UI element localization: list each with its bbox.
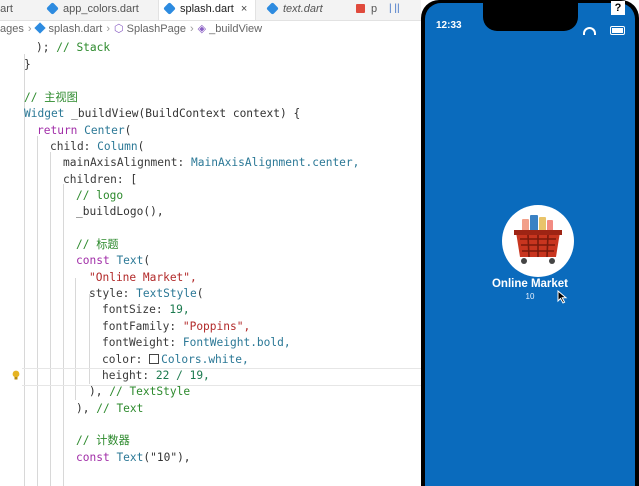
mouse-pointer-icon	[557, 290, 568, 304]
debug-toolbar[interactable]: | ||	[389, 0, 400, 20]
indent-guide	[50, 152, 51, 486]
code-editor[interactable]: ); // Stack } // 主视图 Widget _buildView(B…	[0, 38, 421, 486]
breadcrumb-method[interactable]: _buildView	[209, 23, 262, 35]
code-line: const Text(	[76, 254, 151, 267]
dart-file-icon	[266, 2, 279, 15]
tab-pdf[interactable]: p	[350, 0, 377, 20]
status-time: 12:33	[436, 20, 462, 31]
code-line: const Text("10"),	[76, 451, 191, 464]
tab-label: text.dart	[283, 3, 323, 15]
chevron-right-icon: ›	[189, 23, 194, 35]
code-line: fontSize: 19,	[102, 303, 190, 316]
code-line: children: [	[63, 173, 138, 186]
iphone-simulator: 12:33 Online Market 10	[421, 0, 639, 486]
code-line: // logo	[76, 189, 124, 202]
simulator-screen[interactable]: 12:33 Online Market 10	[425, 3, 635, 486]
code-line: // 标题	[76, 238, 119, 251]
cube-icon: ◈	[197, 23, 207, 35]
tab-label: app_colors.dart	[63, 3, 139, 15]
tab-app-colors[interactable]: app_colors.dart	[42, 0, 139, 20]
code-line: // 主视图	[24, 91, 78, 104]
close-icon[interactable]: ×	[241, 3, 247, 15]
code-line: return Center(	[37, 124, 132, 137]
breadcrumb-file[interactable]: splash.dart	[49, 23, 103, 35]
code-line: height: 22 / 19,	[102, 369, 210, 382]
pdf-file-icon	[356, 4, 365, 13]
code-line: ); // Stack	[36, 41, 111, 54]
code-line: ), // TextStyle	[89, 385, 191, 398]
code-line: fontFamily: "Poppins",	[102, 320, 251, 333]
dart-file-icon	[163, 2, 176, 15]
tab-label: splash.dart	[180, 3, 234, 15]
dart-file-icon	[46, 2, 59, 15]
wifi-icon	[583, 26, 597, 35]
indent-guide	[63, 184, 64, 486]
tab-dart[interactable]: dart	[0, 0, 13, 20]
code-line: child: Column(	[50, 140, 145, 153]
class-icon: ⬡	[114, 23, 124, 35]
breadcrumb-class[interactable]: SplashPage	[127, 23, 186, 35]
chevron-right-icon: ›	[27, 23, 32, 35]
tab-text[interactable]: text.dart	[262, 0, 323, 20]
code-line: "Online Market",	[89, 271, 197, 284]
code-line: fontWeight: FontWeight.bold,	[102, 336, 291, 349]
help-button[interactable]: ?	[611, 1, 625, 15]
editor-tab-bar: dart app_colors.dart splash.dart × text.d…	[0, 0, 421, 21]
code-line: style: TextStyle(	[89, 287, 204, 300]
app-logo	[502, 205, 574, 277]
lightbulb-icon[interactable]	[12, 370, 20, 380]
counter-text: 10	[525, 292, 535, 301]
tab-label: dart	[0, 3, 13, 15]
code-line: color: Colors.white,	[102, 353, 249, 366]
breadcrumb-folder[interactable]: ages	[0, 23, 24, 35]
shopping-basket-icon	[514, 215, 562, 264]
code-line: // 计数器	[76, 434, 130, 447]
code-line: _buildLogo(),	[76, 205, 164, 218]
color-swatch-icon	[149, 354, 160, 364]
indent-guide	[37, 136, 38, 486]
code-line: mainAxisAlignment: MainAxisAlignment.cen…	[63, 156, 360, 169]
code-line: Widget _buildView(BuildContext context) …	[24, 107, 301, 120]
battery-icon	[610, 26, 625, 35]
code-line: }	[24, 58, 31, 71]
code-line: ), // Text	[76, 402, 144, 415]
status-icons	[583, 20, 625, 35]
phone-notch	[483, 3, 578, 31]
dart-file-icon	[33, 22, 46, 34]
chevron-right-icon: ›	[106, 23, 111, 35]
app-title: Online Market	[491, 278, 569, 290]
tab-label: p	[371, 3, 378, 15]
current-line-highlight	[22, 368, 421, 386]
tab-splash[interactable]: splash.dart ×	[158, 0, 256, 20]
breadcrumb: ages › splash.dart › ⬡ SplashPage › ◈ _buildView	[0, 20, 421, 38]
